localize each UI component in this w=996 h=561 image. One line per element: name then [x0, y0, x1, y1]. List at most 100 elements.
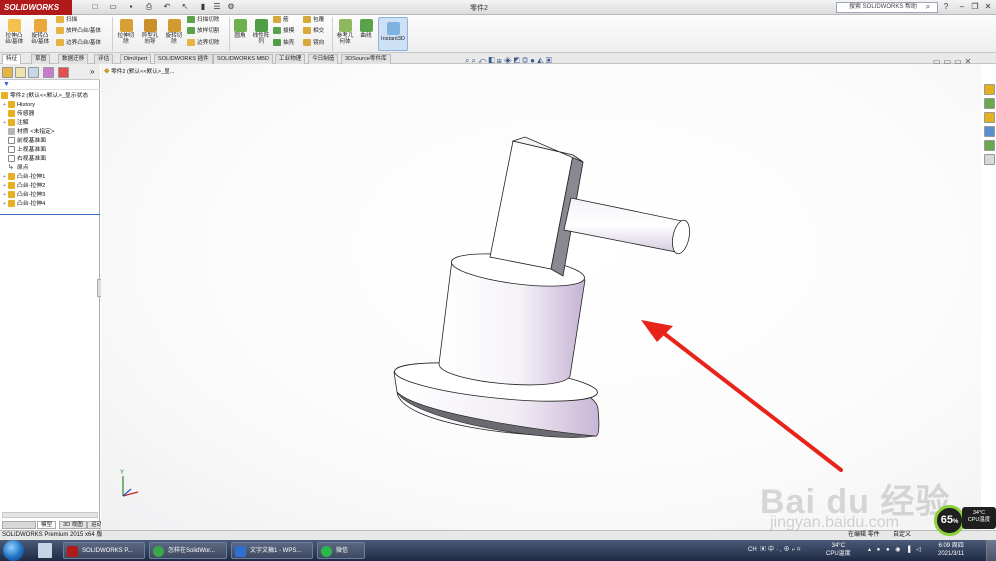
- taskbar-browser[interactable]: 怎样在SolidWor...: [149, 542, 227, 559]
- show-desktop-button[interactable]: [986, 540, 996, 561]
- tab-sketch[interactable]: 草图: [31, 54, 51, 64]
- revolved-boss-button[interactable]: 旋转凸 台/基体: [28, 19, 52, 45]
- cpu-temp-widget[interactable]: 34°C CPU温度: [962, 507, 996, 529]
- minimize-button[interactable]: –: [956, 1, 968, 13]
- annotation-arrow: [655, 326, 843, 472]
- custom-properties-icon[interactable]: [984, 154, 995, 165]
- model-horizontal-pin[interactable]: [563, 197, 683, 253]
- tab-data-migration[interactable]: 数据迁移: [58, 54, 89, 64]
- tree-item-right-plane[interactable]: 右视基准面: [3, 155, 46, 164]
- taskbar-solidworks[interactable]: SOLIDWORKS P...: [63, 542, 145, 559]
- options-icon[interactable]: ⚙: [226, 2, 236, 12]
- select-icon[interactable]: ↖: [180, 2, 190, 12]
- tray-clock[interactable]: 6:09 周四 2021/3/11: [938, 542, 964, 558]
- rebuild-icon[interactable]: ▮: [198, 2, 208, 12]
- resources-icon[interactable]: [984, 84, 995, 95]
- intersect-button[interactable]: 相交: [303, 27, 324, 35]
- taskbar-wps[interactable]: 文字文稿1 - WPS...: [231, 542, 313, 559]
- app-logo[interactable]: SOLIDWORKS: [0, 0, 72, 15]
- cpu-usage-gauge[interactable]: 65%: [934, 505, 965, 536]
- fillet-button[interactable]: 圆角: [231, 19, 249, 39]
- tray-status-icons[interactable]: ▴ ● ● ◉ ▐ ◁: [868, 546, 923, 554]
- rollback-bar[interactable]: [0, 214, 100, 215]
- tree-item-boss-extrude-2[interactable]: + 凸台-拉伸2: [3, 182, 45, 191]
- tab-today-manufacturing[interactable]: 今日制造: [308, 54, 339, 64]
- tree-item-sensors[interactable]: 传感器: [3, 110, 34, 119]
- instant3d-button[interactable]: Instant3D: [378, 17, 408, 51]
- tab-solidworks-mbd[interactable]: SOLIDWORKS MBD: [213, 54, 273, 64]
- panel-expand-icon[interactable]: »: [90, 67, 94, 76]
- extruded-cut-button[interactable]: 拉伸切 除: [115, 19, 137, 45]
- tab-model[interactable]: 模型: [37, 521, 57, 529]
- tree-filter[interactable]: ▼: [0, 81, 100, 90]
- dimxpert-manager-tab[interactable]: [43, 67, 54, 78]
- status-custom[interactable]: 自定义: [893, 532, 911, 538]
- feature-manager-tab[interactable]: [2, 67, 13, 78]
- file-explorer-icon[interactable]: [38, 543, 52, 558]
- restore-button[interactable]: ❐: [969, 1, 981, 13]
- print-icon[interactable]: ⎙: [144, 2, 154, 12]
- lofted-cut-button[interactable]: 放样切割: [187, 27, 219, 35]
- boundary-boss-button[interactable]: 边界凸台/基体: [56, 39, 101, 47]
- help-icon[interactable]: ?: [941, 2, 951, 12]
- search-icon[interactable]: ⌕: [923, 2, 933, 12]
- appearances-icon[interactable]: [984, 140, 995, 151]
- tree-item-annotations[interactable]: + 注解: [3, 119, 29, 128]
- extruded-boss-button[interactable]: 拉伸凸 台/基体: [2, 19, 26, 45]
- start-button[interactable]: [3, 540, 24, 561]
- open-icon[interactable]: ▭: [108, 2, 118, 12]
- tab-solidworks-addins[interactable]: SOLIDWORKS 插件: [154, 54, 213, 64]
- reference-geometry-button[interactable]: 参考几 何体: [334, 19, 356, 45]
- linear-pattern-button[interactable]: 线性阵 列: [250, 19, 272, 45]
- tab-evaluate[interactable]: 评估: [94, 54, 114, 64]
- tab-dimxpert[interactable]: DimXpert: [120, 54, 152, 64]
- tray-icons[interactable]: ▣中·,⊕⌐⌑: [760, 546, 802, 554]
- view-palette-icon[interactable]: [984, 126, 995, 137]
- tab-features[interactable]: 特征: [2, 54, 22, 64]
- configuration-manager-tab[interactable]: [28, 67, 39, 78]
- new-icon[interactable]: □: [90, 2, 100, 12]
- extrude-icon: [7, 19, 21, 32]
- tree-root[interactable]: 零件2 (默认<<默认>_显示状态: [1, 92, 88, 101]
- tree-item-boss-extrude-3[interactable]: + 凸台-拉伸3: [3, 191, 45, 200]
- save-icon[interactable]: ▪: [126, 2, 136, 12]
- curves-button[interactable]: 曲线: [357, 19, 375, 39]
- property-manager-tab[interactable]: [15, 67, 26, 78]
- tab-3d-views[interactable]: 3D 视图: [59, 521, 87, 529]
- input-language[interactable]: CH: [748, 546, 757, 554]
- rib-button[interactable]: 筋: [273, 16, 289, 24]
- wrap-button[interactable]: 包覆: [303, 16, 324, 24]
- mirror-button[interactable]: 镜向: [303, 39, 324, 47]
- tree-item-top-plane[interactable]: 上视基准面: [3, 146, 46, 155]
- revolved-cut-button[interactable]: 旋转切 除: [163, 19, 185, 45]
- display-manager-tab[interactable]: [58, 67, 69, 78]
- tree-item-front-plane[interactable]: 前视基准面: [3, 137, 46, 146]
- boundary-cut-button[interactable]: 边界切除: [187, 39, 219, 47]
- material-icon: [8, 128, 15, 135]
- tree-item-boss-extrude-1[interactable]: + 凸台-拉伸1: [3, 173, 45, 182]
- file-properties-icon[interactable]: ☰: [212, 2, 222, 12]
- hole-wizard-button[interactable]: 异型孔 向导: [139, 19, 161, 45]
- draft-button[interactable]: 拔模: [273, 27, 294, 35]
- tab-nav-arrows[interactable]: [2, 521, 36, 529]
- file-explorer-icon[interactable]: [984, 112, 995, 123]
- tree-item-label: 材质 <未指定>: [17, 129, 55, 136]
- design-library-icon[interactable]: [984, 98, 995, 109]
- horizontal-scrollbar[interactable]: [2, 512, 98, 518]
- swept-cut-button[interactable]: 扫描切除: [187, 16, 219, 24]
- tree-item-history[interactable]: + History: [3, 101, 35, 110]
- tab-industrial-physics[interactable]: 工业物理: [275, 54, 306, 64]
- tray-temp-value: 34°C: [831, 543, 846, 549]
- tree-item-origin[interactable]: ↳ 原点: [3, 164, 29, 173]
- close-button[interactable]: ✕: [982, 1, 994, 13]
- ribbon-separator: [332, 17, 333, 51]
- undo-icon[interactable]: ↶: [162, 2, 172, 12]
- loft-button[interactable]: 放样凸台/基体: [56, 27, 101, 35]
- tray-cpu-temp[interactable]: 34°C CPU温度: [826, 542, 851, 558]
- tree-item-material[interactable]: 材质 <未指定>: [3, 128, 54, 137]
- tab-3dsource[interactable]: 3DSource零件库: [341, 54, 391, 64]
- sweep-button[interactable]: 扫描: [56, 16, 77, 24]
- tree-item-boss-extrude-4[interactable]: + 凸台-拉伸4: [3, 200, 45, 209]
- taskbar-wechat[interactable]: 微信: [317, 542, 365, 559]
- shell-button[interactable]: 抽壳: [273, 39, 294, 47]
